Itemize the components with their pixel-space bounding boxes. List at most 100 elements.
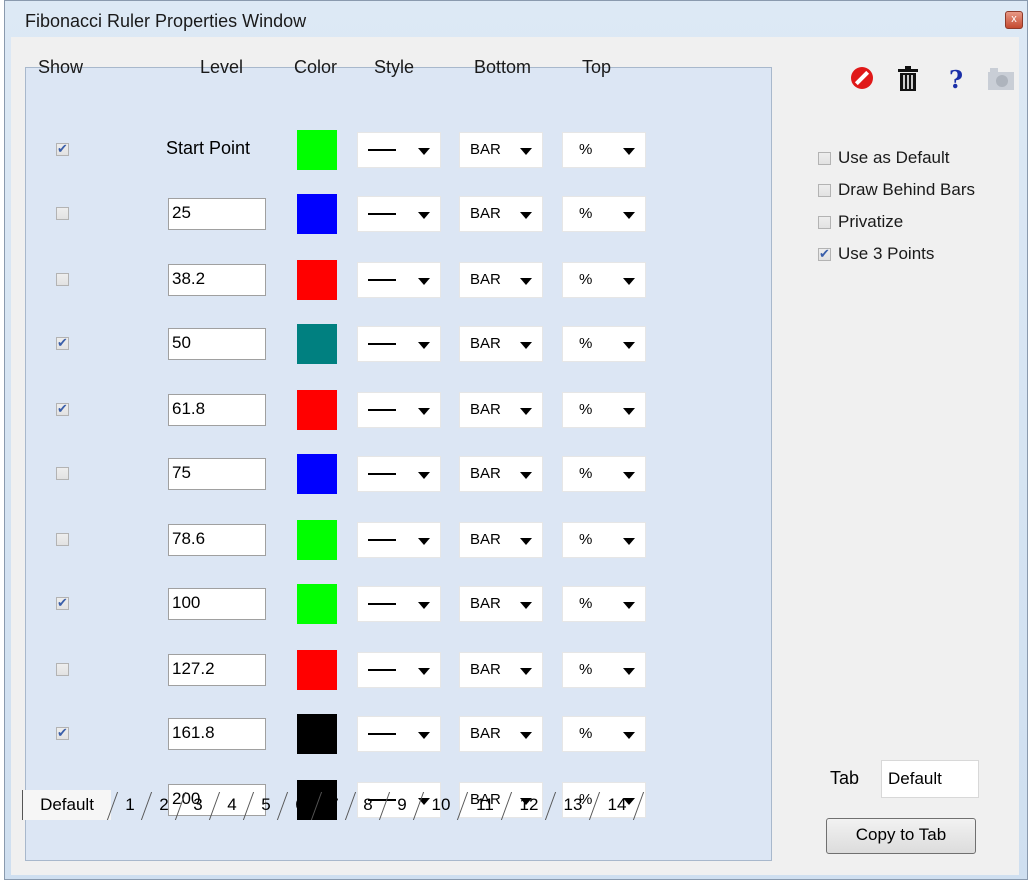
color-swatch[interactable] [297, 194, 337, 234]
bottom-dropdown[interactable]: BAR [459, 392, 543, 428]
bottom-dropdown[interactable]: BAR [459, 132, 543, 168]
cancel-icon[interactable] [850, 66, 874, 94]
show-checkbox[interactable]: ✔ [56, 595, 69, 610]
tab-2[interactable]: 2 [150, 790, 178, 820]
show-checkbox[interactable] [56, 273, 69, 286]
style-dropdown[interactable] [357, 196, 441, 232]
style-dropdown[interactable] [357, 132, 441, 168]
show-checkbox[interactable] [56, 533, 69, 546]
show-checkbox[interactable]: ✔ [56, 725, 69, 740]
style-dropdown[interactable] [357, 652, 441, 688]
tab-5[interactable]: 5 [252, 790, 280, 820]
color-swatch[interactable] [297, 520, 337, 560]
option-checkbox[interactable] [818, 184, 831, 197]
tab-1[interactable]: 1 [116, 790, 144, 820]
tab-4[interactable]: 4 [218, 790, 246, 820]
dropdown-arrow-icon [623, 732, 635, 739]
bottom-dropdown[interactable]: BAR [459, 326, 543, 362]
top-dropdown[interactable]: % [562, 262, 646, 298]
bottom-dropdown[interactable]: BAR [459, 716, 543, 752]
top-dropdown[interactable]: % [562, 716, 646, 752]
level-input[interactable]: 38.2 [168, 264, 266, 296]
tab-3[interactable]: 3 [184, 790, 212, 820]
tab-name-input[interactable]: Default [881, 760, 979, 798]
top-dropdown[interactable]: % [562, 586, 646, 622]
tab-13[interactable]: 13 [554, 790, 592, 820]
show-checkbox[interactable] [56, 207, 69, 220]
option-checkbox[interactable] [818, 152, 831, 165]
bottom-value: BAR [470, 531, 501, 548]
color-swatch[interactable] [297, 260, 337, 300]
level-row: ✔ 161.8 BAR% [0, 712, 740, 756]
level-input[interactable]: 75 [168, 458, 266, 490]
camera-icon[interactable] [986, 66, 1014, 94]
dropdown-arrow-icon [418, 278, 430, 285]
style-dropdown[interactable] [357, 716, 441, 752]
tab-9[interactable]: 9 [388, 790, 416, 820]
level-input[interactable]: 100 [168, 588, 266, 620]
tab-10[interactable]: 10 [422, 790, 460, 820]
tab-8[interactable]: 8 [354, 790, 382, 820]
show-checkbox[interactable] [56, 467, 69, 480]
top-dropdown[interactable]: % [562, 196, 646, 232]
show-checkbox[interactable] [56, 663, 69, 676]
tab-12[interactable]: 12 [510, 790, 548, 820]
line-style-icon [368, 409, 396, 411]
show-checkbox[interactable]: ✔ [56, 401, 69, 416]
option-label: Use 3 Points [838, 244, 935, 263]
style-dropdown[interactable] [357, 522, 441, 558]
color-swatch[interactable] [297, 454, 337, 494]
bottom-dropdown[interactable]: BAR [459, 262, 543, 298]
bottom-dropdown[interactable]: BAR [459, 456, 543, 492]
dropdown-arrow-icon [520, 732, 532, 739]
tab-11[interactable]: 11 [466, 790, 504, 820]
bottom-dropdown[interactable]: BAR [459, 586, 543, 622]
style-dropdown[interactable] [357, 586, 441, 622]
bottom-dropdown[interactable]: BAR [459, 522, 543, 558]
style-dropdown[interactable] [357, 262, 441, 298]
level-input[interactable]: 78.6 [168, 524, 266, 556]
top-dropdown[interactable]: % [562, 326, 646, 362]
color-swatch[interactable] [297, 584, 337, 624]
dropdown-arrow-icon [520, 472, 532, 479]
dropdown-arrow-icon [418, 538, 430, 545]
tab-6[interactable]: 6 [286, 790, 314, 820]
trash-icon[interactable] [896, 66, 920, 94]
show-checkbox[interactable]: ✔ [56, 141, 69, 156]
style-dropdown[interactable] [357, 326, 441, 362]
level-input[interactable]: 61.8 [168, 394, 266, 426]
color-swatch[interactable] [297, 130, 337, 170]
bottom-dropdown[interactable]: BAR [459, 196, 543, 232]
top-dropdown[interactable]: % [562, 132, 646, 168]
style-dropdown[interactable] [357, 456, 441, 492]
tab-field-label: Tab [830, 768, 860, 788]
color-swatch[interactable] [297, 650, 337, 690]
line-style-icon [368, 213, 396, 215]
show-checkbox[interactable]: ✔ [56, 335, 69, 350]
top-dropdown[interactable]: % [562, 522, 646, 558]
help-icon[interactable]: ? [944, 66, 968, 94]
header-level: Level [200, 57, 244, 77]
top-dropdown[interactable]: % [562, 392, 646, 428]
close-button[interactable]: x [1005, 11, 1023, 29]
top-dropdown[interactable]: % [562, 652, 646, 688]
bottom-dropdown[interactable]: BAR [459, 652, 543, 688]
top-dropdown[interactable]: % [562, 456, 646, 492]
level-input[interactable]: 127.2 [168, 654, 266, 686]
tab-default[interactable]: Default [22, 790, 111, 820]
option-checkbox[interactable] [818, 216, 831, 229]
bottom-value: BAR [470, 141, 501, 158]
copy-to-tab-button[interactable]: Copy to Tab [826, 818, 976, 854]
level-input[interactable]: 50 [168, 328, 266, 360]
color-swatch[interactable] [297, 324, 337, 364]
color-swatch[interactable] [297, 390, 337, 430]
level-input[interactable]: 25 [168, 198, 266, 230]
tab-7[interactable]: 7 [320, 790, 348, 820]
title-bar[interactable]: Fibonacci Ruler Properties Window x [5, 1, 1027, 37]
color-swatch[interactable] [297, 714, 337, 754]
style-dropdown[interactable] [357, 392, 441, 428]
bottom-value: BAR [470, 725, 501, 742]
tab-14[interactable]: 14 [598, 790, 636, 820]
level-input[interactable]: 161.8 [168, 718, 266, 750]
option-checkbox[interactable]: ✔ [818, 246, 831, 261]
